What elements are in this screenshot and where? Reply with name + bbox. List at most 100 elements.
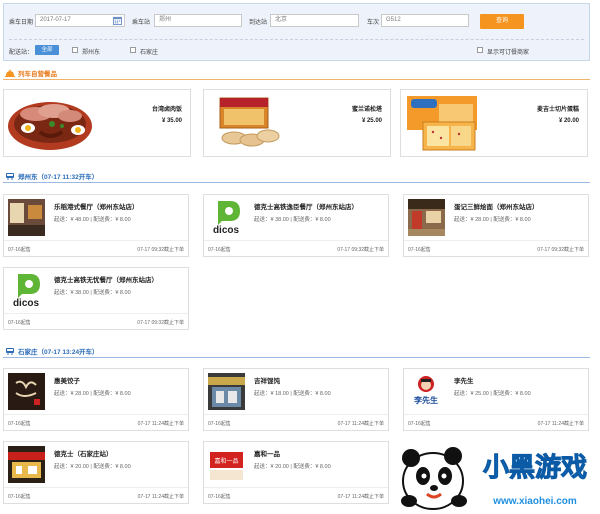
watermark-url: www.xiaohei.com [492, 496, 577, 507]
station-zhengzhou-label: 郑州东 [82, 50, 101, 56]
shop-name: 德克士高铁无忧餐厅（郑州东站店） [54, 277, 158, 284]
filter-all-button[interactable]: 全部 [35, 45, 59, 55]
section-onboard-header: 列车自营餐品 [3, 68, 590, 80]
shop-card-dicos-wuyou[interactable]: dicos 德克士高铁无忧餐厅（郑州东站店） 起送：¥ 38.00 | 配送费：… [3, 267, 189, 330]
product-card-pine-pastry[interactable]: 蜜兰诺松塔 ¥ 25.00 [203, 89, 391, 157]
shop-name: 德克士高铁逸臣餐厅（郑州东站店） [254, 204, 358, 211]
product-card-rice[interactable]: 台湾卤肉饭 ¥ 35.00 [3, 89, 191, 157]
shop-sale-date: 07-16起售 [8, 320, 31, 326]
shop-name: 嘉和一品 [254, 451, 280, 458]
arrive-station-input[interactable]: 北京 [270, 14, 359, 27]
shop-sale-date: 07-16起售 [408, 247, 431, 253]
product-price: ¥ 35.00 [161, 118, 182, 124]
shop-fee: 起送：¥ 20.00 | 配送费：¥ 8.00 [54, 464, 131, 470]
lixiansheng-logo: 李先生 [408, 373, 445, 410]
shop-photo [8, 199, 45, 236]
section-shijiazhuang-header: 石家庄（07-17 13:24开车） [3, 346, 590, 358]
shop-card-jiahe[interactable]: 嘉和一品 嘉和一品 起送：¥ 20.00 | 配送费：¥ 8.00 07-16起… [203, 441, 389, 504]
shop-fee: 起送：¥ 20.00 | 配送费：¥ 8.00 [254, 464, 331, 470]
shop-sale-date: 07-16起售 [208, 421, 231, 427]
watermark-brand: 小黑游戏 [483, 453, 587, 483]
train-icon [6, 348, 14, 355]
board-station-label: 乘车站 [132, 20, 151, 26]
shop-name: 乐稻港式餐厅（郑州东站店） [54, 204, 139, 211]
panda-mascot-icon [401, 447, 467, 510]
shop-fee: 起送：¥ 48.00 | 配送费：¥ 8.00 [54, 217, 131, 223]
section-onboard-title: 列车自营餐品 [18, 71, 57, 78]
section-zhengzhou-header: 郑州东（07-17 11:32开车） [3, 171, 590, 183]
dicos-logo: dicos [8, 272, 45, 309]
shop-card-ledao[interactable]: 乐稻港式餐厅（郑州东站店） 起送：¥ 48.00 | 配送费：¥ 8.00 07… [3, 194, 189, 257]
train-icon [6, 173, 14, 180]
shop-deadline: 07-17 11:24截止下单 [137, 421, 184, 427]
section-shijiazhuang-title: 石家庄（07-17 13:24开车） [18, 349, 99, 356]
train-number-label: 车次 [367, 20, 380, 26]
shop-sale-date: 07-16起售 [208, 247, 231, 253]
shop-fee: 起送：¥ 38.00 | 配送费：¥ 8.00 [254, 217, 331, 223]
shop-deadline: 07-17 09:32截止下单 [337, 247, 384, 253]
shop-deadline: 07-17 09:32截止下单 [537, 247, 584, 253]
jiahe-logo: 嘉和一品 [208, 446, 245, 483]
product-name: 蜜兰诺松塔 [351, 107, 382, 113]
station-zhengzhou-checkbox[interactable] [72, 47, 78, 53]
shop-fee: 起送：¥ 28.00 | 配送费：¥ 8.00 [454, 217, 531, 223]
shop-logo [8, 373, 45, 410]
product-price: ¥ 20.00 [558, 118, 579, 124]
shop-sale-date: 07-16起售 [8, 247, 31, 253]
shop-deadline: 07-17 11:24截止下单 [137, 494, 184, 500]
train-number-input[interactable]: G512 [381, 14, 469, 27]
query-button[interactable]: 查询 [480, 14, 524, 29]
dicos-logo: dicos [208, 199, 245, 236]
shop-sale-date: 07-16起售 [8, 494, 31, 500]
product-name: 麦吉士切片蛋糕 [536, 107, 579, 113]
product-price: ¥ 25.00 [361, 118, 382, 124]
svg-text:李先生: 李先生 [413, 395, 438, 405]
shop-fee: 起送：¥ 25.00 | 配送费：¥ 8.00 [454, 391, 531, 397]
shop-card-huimei[interactable]: 惠美饺子 起送：¥ 28.00 | 配送费：¥ 8.00 07-16起售 07-1… [3, 368, 189, 431]
shop-card-danji[interactable]: 蛋记三鲜烩面（郑州东站店） 起送：¥ 28.00 | 配送费：¥ 8.00 07… [403, 194, 589, 257]
shop-card-dicos-yichen[interactable]: dicos 德克士高铁逸臣餐厅（郑州东站店） 起送：¥ 38.00 | 配送费：… [203, 194, 389, 257]
shop-name: 德克士（石家庄站） [54, 451, 113, 458]
shop-deadline: 07-17 11:24截止下单 [337, 421, 384, 427]
product-name: 台湾卤肉饭 [151, 107, 182, 113]
shop-photo [208, 373, 245, 410]
pine-pastry-image [219, 97, 280, 147]
calendar-icon[interactable] [113, 16, 122, 25]
svg-text:dicos: dicos [13, 298, 40, 309]
shop-fee: 起送：¥ 38.00 | 配送费：¥ 8.00 [54, 290, 131, 296]
sliced-cake-image [407, 96, 477, 151]
divider [9, 39, 584, 40]
shop-name: 吉祥馄饨 [254, 378, 280, 385]
shop-fee: 起送：¥ 18.00 | 配送费：¥ 8.00 [254, 391, 331, 397]
shop-name: 李先生 [454, 378, 474, 385]
shop-deadline: 07-17 11:24截止下单 [337, 494, 384, 500]
shop-photo [408, 199, 445, 236]
delivery-station-label: 配送站： [9, 50, 34, 56]
show-orderable-checkbox[interactable] [477, 47, 483, 53]
shop-fee: 起送：¥ 28.00 | 配送费：¥ 8.00 [54, 391, 131, 397]
station-shijiazhuang-label: 石家庄 [140, 50, 159, 56]
section-zhengzhou-title: 郑州东（07-17 11:32开车） [18, 174, 99, 181]
shop-card-dicos-sjz[interactable]: 德克士（石家庄站） 起送：¥ 20.00 | 配送费：¥ 8.00 07-16起… [3, 441, 189, 504]
product-card-cake[interactable]: 麦吉士切片蛋糕 ¥ 20.00 [400, 89, 588, 157]
search-panel: 乘车日期 2017-07-17 乘车站 郑州 到达站 北京 车次 G512 查询… [3, 3, 590, 61]
board-station-input[interactable]: 郑州 [154, 14, 242, 27]
date-label: 乘车日期 [9, 20, 34, 26]
meal-icon [5, 69, 15, 77]
shop-name: 蛋记三鲜烩面（郑州东站店） [454, 204, 539, 211]
xiaohei-watermark-logo: 小黑游戏 www.xiaohei.com [401, 447, 588, 510]
shop-card-jixiang[interactable]: 吉祥馄饨 起送：¥ 18.00 | 配送费：¥ 8.00 07-16起售 07-1… [203, 368, 389, 431]
shop-deadline: 07-17 09:32截止下单 [137, 320, 184, 326]
svg-text:嘉和一品: 嘉和一品 [214, 457, 238, 465]
show-orderable-label: 显示可订餐商家 [487, 50, 530, 56]
date-input[interactable]: 2017-07-17 [35, 14, 125, 27]
svg-text:dicos: dicos [213, 225, 240, 236]
shop-deadline: 07-17 09:32截止下单 [137, 247, 184, 253]
shop-sale-date: 07-16起售 [208, 494, 231, 500]
braised-pork-rice-image [8, 102, 92, 150]
shop-photo [8, 446, 45, 483]
shop-card-lixiansheng[interactable]: 李先生 李先生 起送：¥ 25.00 | 配送费：¥ 8.00 07-16起售 0… [403, 368, 589, 431]
station-shijiazhuang-checkbox[interactable] [130, 47, 136, 53]
shop-sale-date: 07-16起售 [8, 421, 31, 427]
arrive-station-label: 到达站 [249, 20, 268, 26]
